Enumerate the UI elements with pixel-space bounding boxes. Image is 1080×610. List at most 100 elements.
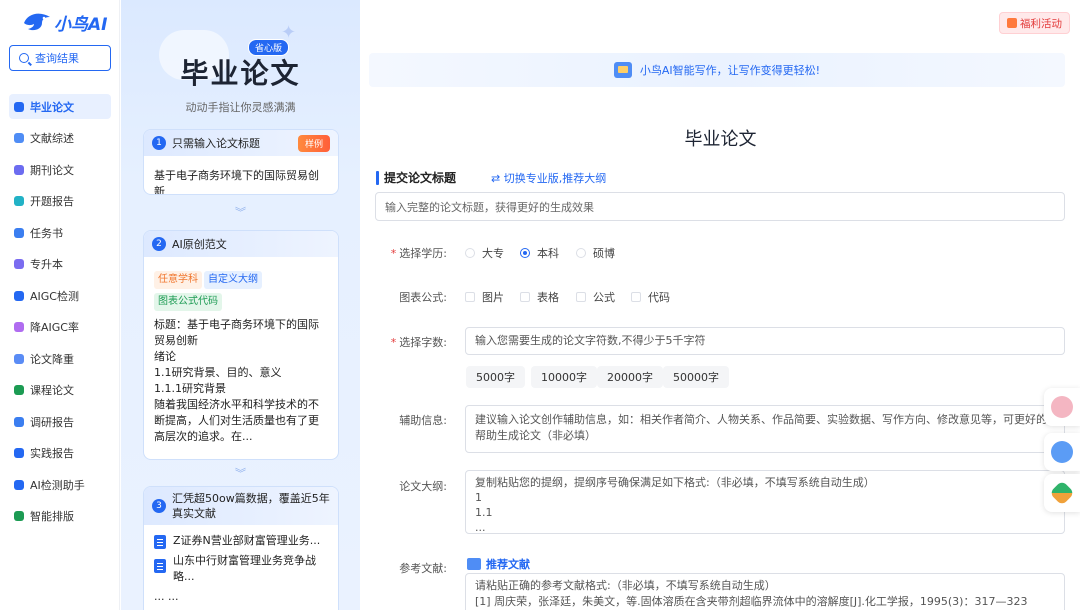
nav-item[interactable]: 开题报告	[9, 189, 111, 214]
paper-title-input[interactable]: 输入完整的论文标题，获得更好的生成效果	[375, 192, 1065, 221]
query-results-button[interactable]: 查询结果	[9, 45, 111, 71]
step-card-1-body: 基于电子商务环境下的国际贸易创新	[154, 169, 319, 195]
step-number: 1	[152, 136, 166, 150]
references-label: 参考文献:	[399, 562, 447, 575]
bird-logo-icon	[24, 13, 50, 31]
references-textarea[interactable]: 请粘贴正确的参考文献格式:（非必填，不填写系统自动生成） [1] 周庆荣，张泽廷…	[465, 573, 1065, 610]
sample-line: 标题：基于电子商务环境下的国际贸易创新	[154, 318, 319, 347]
avatar-icon	[1051, 396, 1073, 418]
chart-option-table[interactable]: 表格	[520, 289, 559, 305]
chart-option-code[interactable]: 代码	[631, 289, 670, 305]
nav-item[interactable]: 任务书	[9, 220, 111, 245]
float-heart-button[interactable]	[1044, 474, 1080, 512]
nav-item[interactable]: 智能排版	[9, 504, 111, 529]
nav-item-label: 专升本	[30, 258, 63, 271]
customer-service-icon	[1051, 441, 1073, 463]
logo[interactable]: 小鸟AI	[22, 10, 108, 35]
outline-textarea[interactable]: 复制粘贴您的提纲，提纲序号确保满足如下格式:（非必填，不填写系统自动生成） 1 …	[465, 470, 1065, 534]
showcase-badge: 省心版	[248, 39, 290, 56]
welfare-activity-button[interactable]: 福利活动	[999, 12, 1070, 34]
reference-title: Z证券N营业部财富管理业务...	[173, 534, 321, 547]
word-chip-5000[interactable]: 5000字	[466, 366, 525, 388]
nav-item-icon	[14, 133, 24, 143]
chevron-down-icon: ︾	[235, 467, 246, 480]
word-chip-10000[interactable]: 10000字	[531, 366, 597, 388]
sample-line: 1.1.1研究背景	[154, 382, 226, 395]
outline-label: 论文大纲:	[399, 480, 447, 493]
showcase-title: 毕业论文	[180, 57, 301, 90]
book-icon	[467, 558, 481, 570]
nav-item[interactable]: 期刊论文	[9, 157, 111, 182]
nav-item[interactable]: AI检测助手	[9, 472, 111, 497]
nav-item[interactable]: 课程论文	[9, 378, 111, 403]
nav-item-icon	[14, 259, 24, 269]
sample-paper-text: 标题：基于电子商务环境下的国际贸易创新 绪论 1.1研究背景、目的、意义 1.1…	[154, 317, 328, 445]
heart-icon	[1049, 480, 1075, 506]
nav-item-label: AI检测助手	[30, 478, 85, 492]
education-option-junior[interactable]: 大专	[465, 245, 504, 261]
float-service-button[interactable]	[1044, 433, 1080, 471]
document-icon	[154, 559, 166, 573]
feature-tags: 任意学科 自定义大纲 图表公式代码	[154, 271, 328, 315]
education-option-bachelor[interactable]: 本科	[520, 245, 559, 261]
nav-item-label: 智能排版	[30, 510, 74, 523]
word-chip-50000[interactable]: 50000字	[663, 366, 729, 388]
nav-item-icon	[14, 101, 24, 112]
nav-item[interactable]: 降AIGC率	[9, 315, 111, 340]
reference-title: 山东中行财富管理业务竞争战略...	[173, 554, 316, 583]
aux-info-textarea[interactable]: 建议输入论文创作辅助信息，如：相关作者简介、人物关系、作品简要、实验数据、写作方…	[465, 405, 1065, 453]
nav-list: 毕业论文文献综述期刊论文开题报告任务书专升本 AIGC检测 降AIGC率 论文降重课程…	[9, 94, 111, 535]
word-count-label: * 选择字数:	[390, 336, 447, 349]
nav-item-label: 开题报告	[30, 195, 74, 208]
charts-label: 图表公式:	[399, 291, 447, 304]
promo-banner-text: 小鸟AI智能写作，让写作变得更轻松!	[639, 64, 821, 77]
nav-item[interactable]: 文献综述	[9, 126, 111, 151]
step-card-3: 3 汇凭超50ow篇数据，覆盖近5年真实文献 Z证券N营业部财富管理业务... …	[143, 486, 339, 610]
step-card-2-body: 任意学科 自定义大纲 图表公式代码 标题：基于电子商务环境下的国际贸易创新 绪论 …	[144, 257, 338, 453]
switch-pro-link[interactable]: ⇄ 切换专业版,推荐大纲	[491, 170, 606, 186]
nav-item[interactable]: AIGC检测	[9, 283, 111, 308]
step-card-3-title: 汇凭超50ow篇数据，覆盖近5年真实文献	[172, 492, 330, 520]
feature-tag: 任意学科	[154, 271, 202, 289]
nav-item-icon	[14, 227, 24, 238]
logo-text: 小鸟AI	[54, 14, 108, 35]
nav-item-label: 调研报告	[30, 415, 74, 429]
education-option-master[interactable]: 硕博	[576, 245, 615, 261]
checkbox[interactable]	[631, 292, 641, 302]
nav-item-icon	[14, 448, 24, 458]
checkbox[interactable]	[465, 292, 475, 302]
education-label: * 选择学历:	[390, 247, 447, 260]
word-count-input[interactable]: 输入您需要生成的论文字符数,不得少于5千字符	[465, 327, 1065, 355]
chart-option-formula[interactable]: 公式	[576, 289, 615, 305]
page-title: 毕业论文	[684, 129, 757, 150]
nav-item-icon	[14, 416, 24, 427]
feature-tag: 图表公式代码	[154, 293, 222, 311]
recommend-references-button[interactable]: 推荐文献	[467, 556, 530, 572]
writing-icon	[613, 62, 632, 78]
section-title: 提交论文标题	[376, 169, 456, 186]
nav-item[interactable]: 调研报告	[9, 409, 111, 434]
radio-button[interactable]	[465, 248, 475, 258]
float-avatar-button[interactable]	[1044, 388, 1080, 426]
nav-item-label: 期刊论文	[30, 163, 74, 177]
nav-item-icon	[14, 479, 24, 490]
nav-item[interactable]: 论文降重	[9, 346, 111, 371]
nav-item[interactable]: 专升本	[9, 252, 111, 277]
radio-button[interactable]	[576, 248, 586, 258]
nav-item-label: 文献综述	[30, 132, 74, 145]
checkbox[interactable]	[520, 292, 530, 302]
step-card-1-header: 1 只需输入论文标题 样例	[144, 130, 338, 156]
main-form-area: 福利活动 小鸟AI智能写作，让写作变得更轻松! 毕业论文 提交论文标题 ⇄ 切换…	[361, 0, 1080, 610]
sample-badge[interactable]: 样例	[297, 135, 330, 152]
reference-more: ... ...	[154, 590, 179, 603]
aux-info-label: 辅助信息:	[399, 414, 447, 427]
word-chip-20000[interactable]: 20000字	[597, 366, 663, 388]
nav-item-icon	[14, 322, 24, 332]
feature-showcase-panel: ✦ 毕业论文 省心版 动动手指让你灵感满满 1 只需输入论文标题 样例 基于电子…	[121, 0, 360, 610]
nav-item[interactable]: 实践报告	[9, 441, 111, 466]
nav-item[interactable]: 毕业论文	[9, 94, 111, 119]
chart-option-image[interactable]: 图片	[465, 289, 504, 305]
nav-item-icon	[14, 196, 24, 206]
radio-button-selected[interactable]	[520, 248, 530, 258]
checkbox[interactable]	[576, 292, 586, 302]
